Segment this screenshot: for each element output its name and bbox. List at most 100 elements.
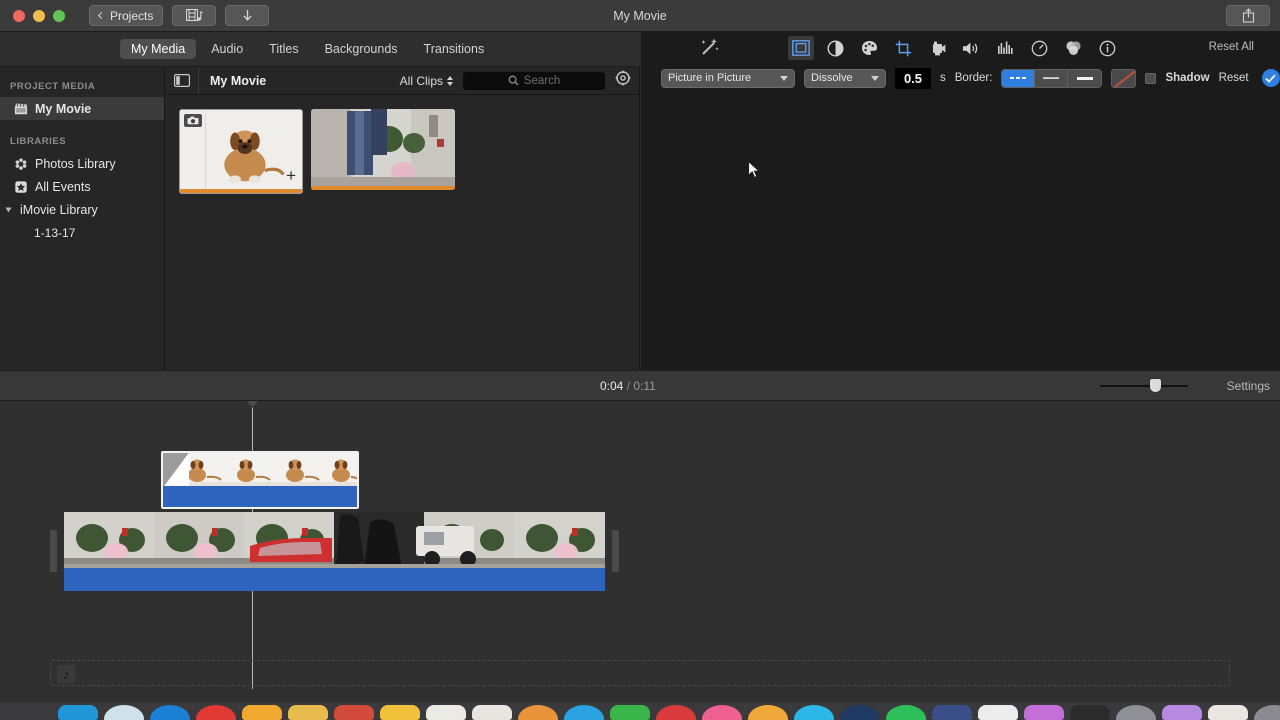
clip-thumbnail-city-street[interactable]: [311, 109, 455, 190]
audio-equalizer-tool-button[interactable]: [992, 36, 1018, 60]
info-tool-button[interactable]: [1094, 36, 1120, 60]
tab-transitions[interactable]: Transitions: [413, 39, 496, 59]
duration-input[interactable]: 0.5: [895, 67, 931, 89]
timeline-clip-pip-puppy[interactable]: [161, 451, 359, 509]
dock-item[interactable]: [1116, 705, 1156, 720]
back-to-projects-button[interactable]: Projects: [89, 5, 164, 26]
dock-item[interactable]: [656, 705, 696, 720]
auto-enhance-wand-icon: [701, 38, 719, 55]
auto-enhance-button[interactable]: [697, 36, 721, 65]
sidebar-item-label: Photos Library: [35, 156, 116, 171]
add-clip-icon[interactable]: +: [286, 167, 296, 184]
video-overlay-tool-button[interactable]: [788, 36, 814, 60]
clip-filter-dropdown[interactable]: All Clips: [400, 74, 453, 88]
dock-item[interactable]: [564, 705, 604, 720]
tab-titles[interactable]: Titles: [258, 39, 309, 59]
stepper-icon[interactable]: [447, 75, 453, 86]
filters-tool-button[interactable]: [1060, 36, 1086, 60]
clip-trim-handle-left[interactable]: [50, 530, 57, 572]
macos-dock[interactable]: [0, 702, 1280, 720]
sidebar-item-all-events[interactable]: All Events: [0, 175, 164, 198]
dock-item[interactable]: [886, 705, 926, 720]
playhead-handle[interactable]: [247, 401, 258, 408]
stabilization-tool-button[interactable]: [924, 36, 950, 60]
border-label: Border:: [954, 72, 993, 84]
dock-item[interactable]: [794, 705, 834, 720]
search-input[interactable]: Search: [463, 71, 605, 90]
photos-flower-icon: [15, 157, 27, 170]
border-thin-option[interactable]: [1035, 69, 1069, 87]
color-balance-tool-button[interactable]: [822, 36, 848, 60]
border-thick-option[interactable]: [1068, 69, 1102, 87]
dock-item[interactable]: [932, 705, 972, 720]
timeline-zoom-slider[interactable]: [1100, 379, 1188, 393]
import-media-button[interactable]: [225, 5, 270, 26]
dock-item[interactable]: [472, 705, 512, 720]
dock-item[interactable]: [288, 705, 328, 720]
sidebar-item-imovie-library[interactable]: iMovie Library: [0, 198, 164, 221]
reset-all-button[interactable]: Reset All: [1209, 41, 1254, 53]
color-correction-tool-button[interactable]: [856, 36, 882, 60]
dock-item[interactable]: [1208, 705, 1248, 720]
window-controls[interactable]: [0, 9, 65, 22]
sidebar-item-photos-library[interactable]: Photos Library: [0, 152, 164, 175]
volume-tool-button[interactable]: [958, 36, 984, 60]
tab-audio[interactable]: Audio: [200, 39, 254, 59]
inspector-tool-buttons[interactable]: [788, 32, 1120, 64]
clip-filter-label: All Clips: [399, 73, 443, 88]
dock-item[interactable]: [518, 705, 558, 720]
dock-item[interactable]: [1070, 705, 1110, 720]
filters-icon: [1065, 41, 1081, 55]
close-button[interactable]: [13, 9, 25, 22]
reset-button[interactable]: Reset: [1219, 72, 1249, 84]
overlay-style-dropdown[interactable]: Picture in Picture: [661, 68, 795, 88]
dock-item[interactable]: [1162, 705, 1202, 720]
border-style-segmented-control[interactable]: [1001, 68, 1103, 88]
dock-item[interactable]: [978, 705, 1018, 720]
clip-filmstrip: [163, 453, 357, 488]
dock-item[interactable]: [748, 705, 788, 720]
minimize-button[interactable]: [33, 9, 45, 22]
dock-item[interactable]: [380, 705, 420, 720]
browser-settings-button[interactable]: [615, 70, 631, 91]
tab-my-media[interactable]: My Media: [120, 39, 197, 59]
dock-item[interactable]: [840, 705, 880, 720]
dock-item[interactable]: [1254, 705, 1280, 720]
disclosure-triangle-icon[interactable]: [5, 207, 12, 212]
dock-item[interactable]: [58, 705, 98, 720]
shadow-checkbox[interactable]: [1145, 72, 1157, 84]
border-none-option[interactable]: [1002, 69, 1036, 87]
sidebar-item-my-movie[interactable]: My Movie: [0, 97, 164, 120]
border-color-swatch[interactable]: [1111, 68, 1137, 88]
sidebar-item-event-1-13-17[interactable]: 1-13-17: [0, 221, 164, 244]
dock-item[interactable]: [196, 705, 236, 720]
media-browser-button[interactable]: [172, 5, 217, 26]
zoom-button[interactable]: [53, 9, 65, 22]
apply-button[interactable]: [1261, 69, 1280, 87]
share-button[interactable]: [1226, 5, 1270, 26]
dock-item[interactable]: [334, 705, 374, 720]
crop-tool-button[interactable]: [890, 36, 916, 60]
dock-item[interactable]: [104, 705, 144, 720]
clip-thumbnail-puppy[interactable]: +: [179, 109, 303, 194]
dock-item[interactable]: [702, 705, 742, 720]
timeline-clip-city-street[interactable]: [64, 512, 605, 591]
library-sidebar: PROJECT MEDIA My Movie LIBRARIES Photos …: [0, 67, 165, 370]
dock-item[interactable]: [610, 705, 650, 720]
timeline-settings-button[interactable]: Settings: [1227, 379, 1270, 393]
timeline-panel[interactable]: ♪: [0, 401, 1280, 704]
tab-backgrounds[interactable]: Backgrounds: [314, 39, 409, 59]
dock-item[interactable]: [150, 705, 190, 720]
clip-corner-fade: [163, 453, 189, 488]
zoom-slider-knob[interactable]: [1150, 379, 1161, 392]
dock-icon-list[interactable]: [58, 705, 1280, 720]
media-tab-bar[interactable]: My Media Audio Titles Backgrounds Transi…: [0, 32, 640, 67]
music-dropzone[interactable]: ♪: [50, 660, 1230, 686]
dock-item[interactable]: [1024, 705, 1064, 720]
transition-dropdown[interactable]: Dissolve: [804, 68, 886, 88]
sidebar-toggle-button[interactable]: [165, 67, 199, 94]
clip-trim-handle-right[interactable]: [612, 530, 619, 572]
speed-tool-button[interactable]: [1026, 36, 1052, 60]
dock-item[interactable]: [426, 705, 466, 720]
dock-item[interactable]: [242, 705, 282, 720]
